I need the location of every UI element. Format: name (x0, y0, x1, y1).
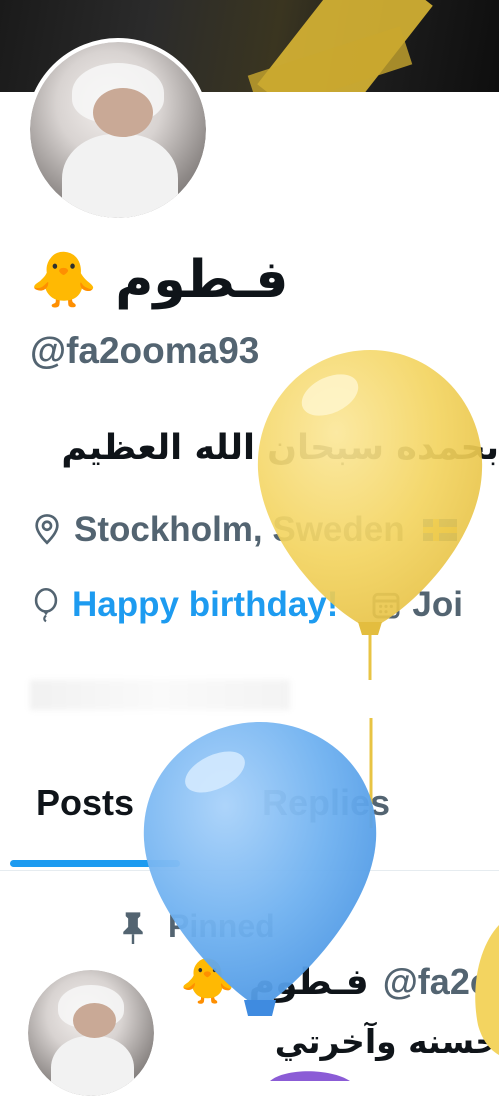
map-pin-icon (35, 514, 59, 545)
follow-counts-blurred (30, 680, 290, 710)
profile-avatar[interactable] (26, 38, 210, 222)
tab-posts[interactable]: Posts (36, 782, 134, 824)
display-name-text: فـطوم (115, 250, 289, 310)
birthday-text: Happy birthday! (72, 585, 339, 624)
active-tab-indicator (10, 860, 180, 867)
pinned-indicator: Pinned (120, 908, 275, 945)
profile-bio: بحمده سبحان الله العظيم (61, 428, 499, 468)
tweet-author-handle[interactable]: @fa2o (383, 961, 492, 1003)
location-text: Stockholm, Sweden (74, 510, 405, 549)
joined-info: Joi (370, 585, 463, 625)
pinned-label: Pinned (168, 908, 275, 944)
tab-replies[interactable]: Replies (262, 782, 390, 824)
calendar-icon (372, 592, 400, 619)
tabs-divider (0, 870, 499, 871)
tweet-text[interactable]: حسنه وآخرتي (179, 1022, 499, 1061)
tweet-author-avatar[interactable] (28, 970, 154, 1096)
profile-location: Stockholm, Sweden (32, 510, 457, 550)
sweden-flag-icon (422, 519, 457, 541)
joined-text: Joi (412, 585, 463, 624)
chick-emoji-icon: 🐥 (180, 957, 235, 1006)
tweet-author-name[interactable]: فـطوم (249, 962, 369, 1003)
purple-balloon-edge-icon (270, 1071, 350, 1081)
chick-emoji-icon: 🐥 (30, 250, 98, 310)
profile-tabs: Posts Replies (0, 770, 499, 870)
profile-birthday-row: Happy birthday! Joi (32, 585, 463, 625)
pin-icon (123, 911, 143, 944)
tweet-header: 🐥 فـطوم @fa2o (180, 960, 492, 1004)
profile-handle: @fa2ooma93 (30, 330, 260, 371)
profile-display-name: 🐥 فـطوم (30, 245, 288, 315)
balloon-icon (34, 587, 58, 623)
